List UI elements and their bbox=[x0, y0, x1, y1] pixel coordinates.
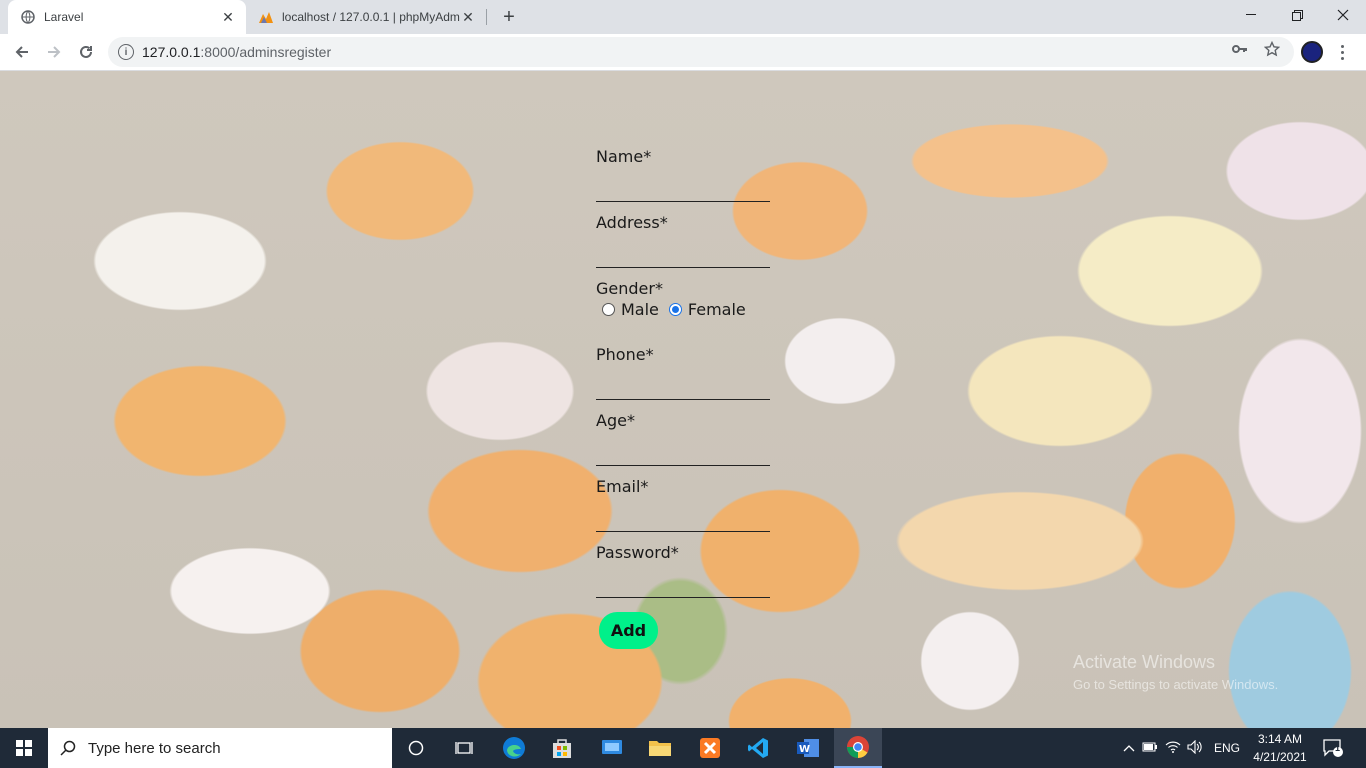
close-tab-icon[interactable]: ✕ bbox=[460, 9, 476, 25]
name-label: Name* bbox=[596, 147, 652, 166]
notification-center-button[interactable]: 1 bbox=[1322, 728, 1344, 768]
tab-separator bbox=[486, 9, 487, 25]
profile-avatar[interactable] bbox=[1301, 41, 1323, 63]
browser-toolbar: i 127.0.0.1:8000/adminsregister bbox=[0, 34, 1366, 71]
vscode-icon[interactable] bbox=[734, 728, 782, 768]
windows-logo-icon bbox=[16, 740, 32, 756]
email-input[interactable] bbox=[596, 508, 770, 532]
restore-button[interactable] bbox=[1274, 0, 1320, 30]
name-field: Name* bbox=[596, 147, 770, 202]
phone-label: Phone* bbox=[596, 345, 654, 364]
new-tab-button[interactable]: + bbox=[498, 6, 520, 28]
tab-phpmyadmin[interactable]: localhost / 127.0.0.1 | phpMyAdm ✕ bbox=[250, 0, 486, 34]
system-tray: ENG bbox=[1120, 728, 1240, 768]
gender-female-label: Female bbox=[687, 300, 746, 319]
file-explorer-icon[interactable] bbox=[636, 728, 684, 768]
phpmyadmin-icon bbox=[258, 9, 274, 25]
watermark-subtitle: Go to Settings to activate Windows. bbox=[1073, 677, 1279, 692]
task-view-icon[interactable] bbox=[440, 728, 488, 768]
password-input[interactable] bbox=[596, 574, 770, 598]
gender-male-radio[interactable] bbox=[602, 303, 615, 316]
browser-menu-icon[interactable] bbox=[1336, 40, 1348, 64]
windows-taskbar: Type here to search W ENG 3:14 AM 4/21/2… bbox=[0, 728, 1366, 768]
notification-count: 1 bbox=[1335, 743, 1341, 753]
minimize-button[interactable] bbox=[1228, 0, 1274, 30]
site-info-icon[interactable]: i bbox=[118, 44, 134, 60]
address-bar[interactable]: i 127.0.0.1:8000/adminsregister bbox=[108, 37, 1294, 67]
cortana-icon[interactable] bbox=[392, 728, 440, 768]
tab-title: localhost / 127.0.0.1 | phpMyAdm bbox=[282, 10, 460, 24]
address-field: Address* bbox=[596, 213, 770, 268]
xampp-icon[interactable] bbox=[686, 728, 734, 768]
email-field: Email* bbox=[596, 477, 770, 532]
chevron-up-icon[interactable] bbox=[1120, 741, 1138, 755]
start-button[interactable] bbox=[0, 728, 48, 768]
page-background: Name* Address* Gender* Male Female Phone… bbox=[0, 71, 1366, 728]
watermark-title: Activate Windows bbox=[1073, 652, 1216, 672]
gender-male-label: Male bbox=[621, 300, 659, 319]
name-input[interactable] bbox=[596, 178, 770, 202]
wifi-icon[interactable] bbox=[1162, 741, 1184, 756]
notification-icon bbox=[1323, 739, 1343, 757]
clock-time: 3:14 AM bbox=[1257, 732, 1303, 746]
tab-title: Laravel bbox=[44, 10, 84, 24]
age-field: Age* bbox=[596, 411, 770, 466]
search-placeholder: Type here to search bbox=[88, 739, 221, 757]
gender-field: Gender* Male Female bbox=[596, 279, 770, 319]
globe-icon bbox=[20, 9, 36, 25]
reload-button[interactable] bbox=[72, 38, 100, 66]
phone-field: Phone* bbox=[596, 345, 770, 400]
activate-windows-watermark: Activate Windows Go to Settings to activ… bbox=[1073, 652, 1278, 692]
bookmark-star-icon[interactable] bbox=[1264, 41, 1280, 57]
volume-icon[interactable] bbox=[1184, 739, 1206, 757]
language-indicator[interactable]: ENG bbox=[1214, 741, 1240, 755]
clock[interactable]: 3:14 AM 4/21/2021 bbox=[1248, 730, 1312, 766]
search-icon bbox=[60, 740, 76, 756]
back-button[interactable] bbox=[8, 38, 36, 66]
svg-text:W: W bbox=[799, 744, 810, 755]
email-label: Email* bbox=[596, 477, 649, 496]
word-icon[interactable]: W bbox=[784, 728, 832, 768]
battery-icon[interactable] bbox=[1138, 741, 1162, 755]
password-field: Password* bbox=[596, 543, 770, 598]
url-text: 127.0.0.1:8000/adminsregister bbox=[142, 44, 332, 60]
phone-input[interactable] bbox=[596, 376, 770, 400]
forward-button[interactable] bbox=[40, 38, 68, 66]
key-icon[interactable] bbox=[1232, 41, 1248, 57]
address-input[interactable] bbox=[596, 244, 770, 268]
chrome-icon[interactable] bbox=[834, 728, 882, 768]
remote-desktop-icon[interactable] bbox=[588, 728, 636, 768]
close-window-button[interactable] bbox=[1320, 0, 1366, 30]
edge-icon[interactable] bbox=[490, 728, 538, 768]
store-icon[interactable] bbox=[538, 728, 586, 768]
gender-options: Male Female bbox=[596, 300, 770, 319]
password-label: Password* bbox=[596, 543, 679, 562]
tab-strip: Laravel ✕ localhost / 127.0.0.1 | phpMyA… bbox=[0, 0, 1366, 34]
address-label: Address* bbox=[596, 213, 668, 232]
gender-female-radio[interactable] bbox=[668, 303, 682, 316]
age-input[interactable] bbox=[596, 442, 770, 466]
tab-laravel[interactable]: Laravel ✕ bbox=[8, 0, 246, 34]
add-button[interactable]: Add bbox=[599, 612, 658, 649]
gender-label: Gender* bbox=[596, 279, 663, 298]
taskbar-search[interactable]: Type here to search bbox=[48, 728, 392, 768]
close-tab-icon[interactable]: ✕ bbox=[220, 9, 236, 25]
clock-date: 4/21/2021 bbox=[1253, 750, 1307, 764]
age-label: Age* bbox=[596, 411, 635, 430]
